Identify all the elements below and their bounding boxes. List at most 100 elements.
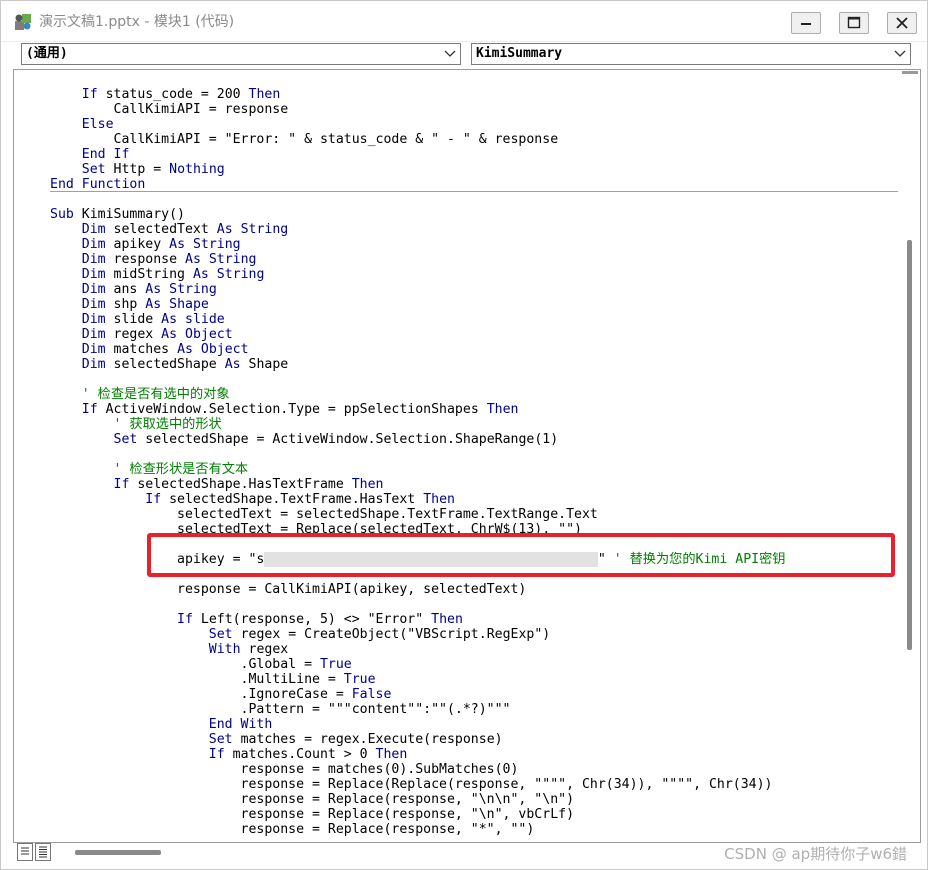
code-keyword: Then bbox=[431, 612, 463, 627]
code-line[interactable]: End Function bbox=[50, 177, 145, 192]
code-keyword: As bbox=[161, 312, 178, 327]
code-line[interactable]: response = matches(0).SubMatches(0) bbox=[50, 762, 519, 777]
code-line[interactable]: Dim response As String bbox=[50, 252, 257, 267]
code-line[interactable]: Dim midString As String bbox=[50, 267, 265, 282]
code-keyword: As bbox=[169, 237, 186, 252]
code-line[interactable]: Dim selectedText As String bbox=[50, 222, 288, 237]
code-line[interactable]: ' 检查形状是否有文本 bbox=[50, 462, 249, 477]
code-keyword: Else bbox=[81, 117, 114, 132]
code-line[interactable]: CallKimiAPI = response bbox=[50, 102, 289, 117]
code-line[interactable]: If status_code = 200 Then bbox=[50, 87, 281, 102]
code-keyword: Nothing bbox=[169, 162, 225, 177]
vertical-scrollbar[interactable] bbox=[900, 70, 920, 842]
code-editor[interactable]: If status_code = 200 Then CallKimiAPI = … bbox=[13, 69, 921, 843]
code-line[interactable]: If ActiveWindow.Selection.Type = ppSelec… bbox=[50, 402, 519, 417]
code-keyword: Then bbox=[423, 492, 455, 507]
code-line[interactable]: .MultiLine = True bbox=[50, 672, 376, 687]
code-line[interactable]: ' 获取选中的形状 bbox=[50, 417, 222, 432]
code-line[interactable]: Set Http = Nothing bbox=[50, 162, 225, 177]
code-keyword: As bbox=[185, 252, 201, 267]
code-text: midString bbox=[105, 267, 193, 282]
code-keyword: False bbox=[351, 687, 392, 702]
code-line[interactable]: Dim ans As String bbox=[50, 282, 217, 297]
code-line[interactable]: If matches.Count > 0 Then bbox=[50, 747, 408, 762]
horizontal-scroll-thumb[interactable] bbox=[75, 850, 161, 855]
code-text-area[interactable]: If status_code = 200 Then CallKimiAPI = … bbox=[14, 70, 898, 842]
code-text: KimiSummary() bbox=[73, 207, 185, 222]
vba-code-window: 演示文稿1.pptx - 模块1 (代码) (通用) KimiSummary I… bbox=[0, 0, 928, 870]
close-button[interactable] bbox=[887, 12, 917, 34]
maximize-button[interactable] bbox=[839, 12, 869, 34]
code-line[interactable]: Dim matches As Object bbox=[50, 342, 249, 357]
code-line[interactable]: If selectedShape.TextFrame.HasText Then bbox=[50, 492, 455, 507]
procedure-view-button[interactable] bbox=[17, 843, 33, 861]
minimize-button[interactable] bbox=[791, 12, 821, 34]
code-keyword: If bbox=[113, 477, 130, 492]
code-comment: ' 检查形状是否有文本 bbox=[113, 462, 249, 477]
code-line[interactable]: Set selectedShape = ActiveWindow.Selecti… bbox=[50, 432, 559, 447]
code-text: slide bbox=[105, 312, 162, 327]
code-line[interactable]: selectedText = selectedShape.TextFrame.T… bbox=[50, 507, 598, 522]
code-keyword: Object bbox=[200, 342, 249, 357]
code-line[interactable]: Dim apikey As String bbox=[50, 237, 241, 252]
vertical-scroll-thumb[interactable] bbox=[907, 240, 912, 650]
code-text: selectedText bbox=[105, 222, 217, 237]
code-line[interactable]: Sub KimiSummary() bbox=[50, 207, 185, 222]
code-line[interactable]: Dim shp As Shape bbox=[50, 297, 209, 312]
full-module-view-button[interactable] bbox=[35, 843, 51, 861]
procedure-dropdown[interactable]: KimiSummary bbox=[471, 43, 911, 65]
code-keyword: String bbox=[169, 282, 217, 297]
code-keyword: Set bbox=[113, 432, 138, 447]
code-line[interactable]: Set regex = CreateObject("VBScript.RegEx… bbox=[50, 627, 550, 642]
code-line[interactable]: .IgnoreCase = False bbox=[50, 687, 392, 702]
code-line[interactable]: Dim slide As slide bbox=[50, 312, 225, 327]
code-line[interactable]: response = Replace(response, "\n", vbCrL… bbox=[50, 807, 574, 822]
code-keyword: Then bbox=[351, 477, 384, 492]
code-keyword: If bbox=[177, 612, 193, 627]
code-line[interactable]: Else bbox=[50, 117, 114, 132]
editor-bottom-bar: CSDN @ ap期待你子w6錯 bbox=[13, 843, 921, 865]
code-keyword: Then bbox=[375, 747, 408, 762]
window-title: 演示文稿1.pptx - 模块1 (代码) bbox=[39, 14, 235, 30]
code-line[interactable]: If selectedShape.HasTextFrame Then bbox=[50, 477, 384, 492]
code-keyword: String bbox=[240, 222, 289, 237]
chevron-down-icon bbox=[444, 50, 456, 57]
code-line[interactable]: .Global = True bbox=[50, 657, 352, 672]
code-line[interactable]: End With bbox=[50, 717, 273, 732]
title-bar[interactable]: 演示文稿1.pptx - 模块1 (代码) bbox=[1, 1, 927, 42]
procedure-view-icon bbox=[21, 847, 29, 855]
code-line[interactable]: response = CallKimiAPI(apikey, selectedT… bbox=[50, 582, 526, 597]
code-line[interactable]: Dim selectedShape As Shape bbox=[50, 357, 288, 372]
code-keyword: If bbox=[81, 402, 98, 417]
code-text: .MultiLine = bbox=[50, 672, 344, 687]
code-keyword: String bbox=[216, 267, 265, 282]
code-line[interactable]: End If bbox=[50, 147, 130, 162]
code-line[interactable]: response = Replace(response, "\n\n", "\n… bbox=[50, 792, 574, 807]
code-line[interactable]: With regex bbox=[50, 642, 288, 657]
code-line[interactable]: .Pattern = """content"":""(.*?)""" bbox=[50, 702, 511, 717]
watermark: CSDN @ ap期待你子w6錯 bbox=[724, 845, 907, 863]
code-line[interactable]: If Left(response, 5) <> "Error" Then bbox=[50, 612, 463, 627]
code-text: response = matches(0).SubMatches(0) bbox=[50, 762, 519, 777]
code-line[interactable]: ' 检查是否有选中的对象 bbox=[50, 387, 230, 402]
object-dropdown[interactable]: (通用) bbox=[21, 43, 461, 65]
code-keyword: End With bbox=[208, 717, 273, 732]
code-comment: ' 检查是否有选中的对象 bbox=[81, 387, 230, 402]
code-line[interactable]: Dim regex As Object bbox=[50, 327, 233, 342]
code-line[interactable]: CallKimiAPI = "Error: " & status_code & … bbox=[50, 132, 559, 147]
code-line[interactable]: response = Replace(response, "*", "") bbox=[50, 822, 535, 837]
split-bar-handle[interactable] bbox=[902, 71, 918, 74]
code-line[interactable]: Set matches = regex.Execute(response) bbox=[50, 732, 503, 747]
code-line[interactable]: response = Replace(Replace(response, """… bbox=[50, 777, 773, 792]
